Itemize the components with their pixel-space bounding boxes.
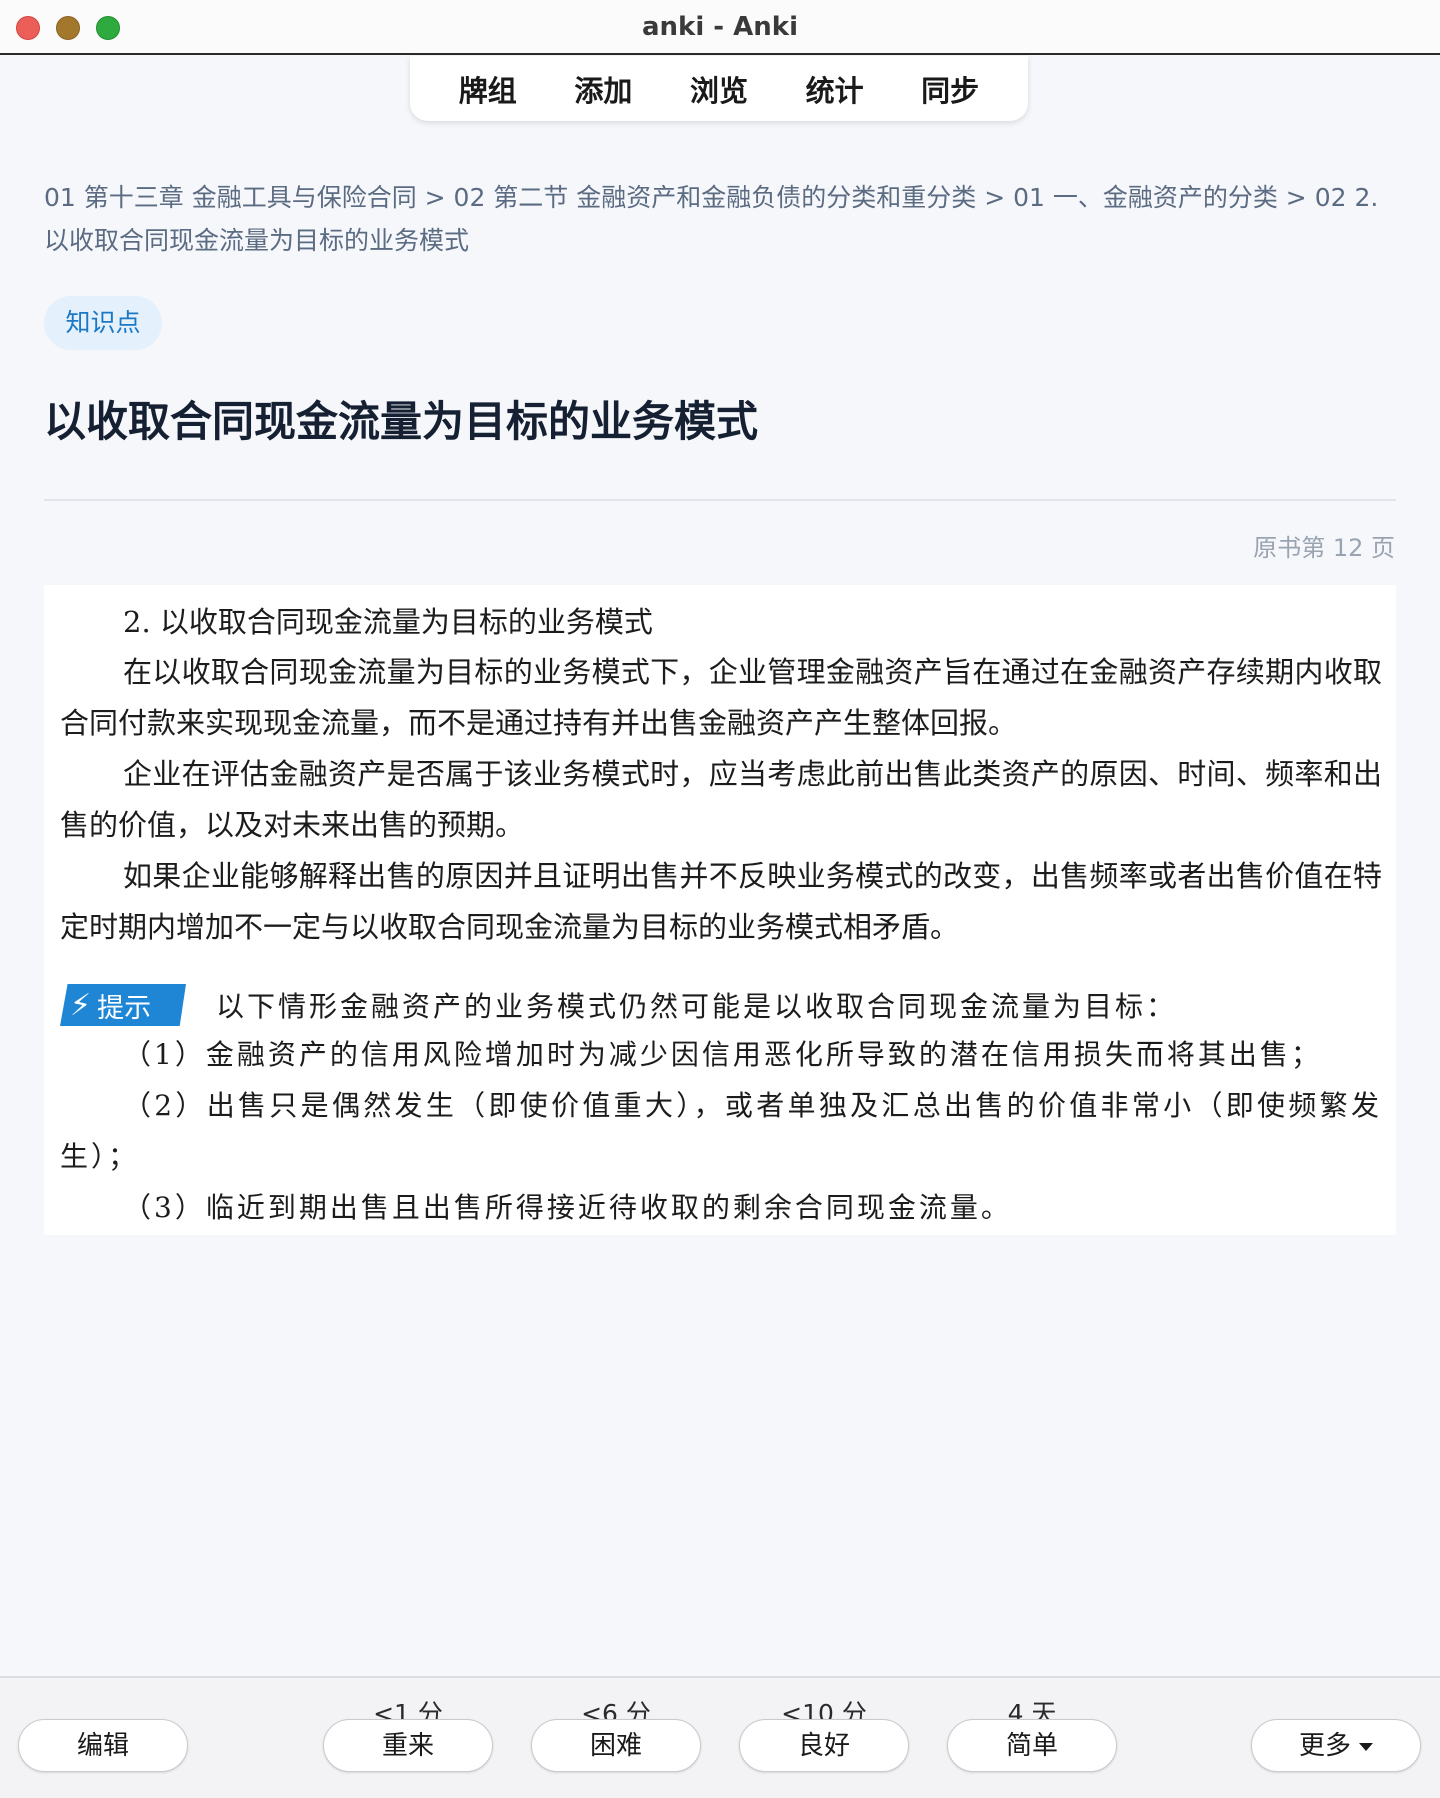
excerpt-heading: 2. 以收取合同现金流量为目标的业务模式 — [123, 605, 653, 639]
tip-item: （1）金融资产的信用风险增加时为减少因信用恶化所导致的潜在信用损失而将其出售； — [123, 1038, 1322, 1071]
hard-button[interactable]: 困难 — [531, 1719, 701, 1772]
lightning-icon: ⚡︎ — [70, 987, 92, 1023]
anki-window: anki - Anki 牌组 添加 浏览 统计 同步 01 第十三章 金融工具与… — [0, 0, 1440, 1798]
window-title: anki - Anki — [642, 12, 798, 42]
tip-row: ⚡︎ 提示 以下情形金融资产的业务模式仍然可能是以收取合同现金流量为目标： — [60, 981, 1382, 1029]
book-excerpt: 2. 以收取合同现金流量为目标的业务模式 在以收取合同现金流量为目标的业务模式下… — [44, 585, 1396, 1235]
answer-bar: 编辑 <1 分 重来 <6 分 困难 <10 分 良好 4 天 简单 更多 — [0, 1676, 1440, 1798]
toolbar-decks-link[interactable]: 牌组 — [445, 68, 531, 110]
page-reference: 原书第 12 页 — [1253, 534, 1395, 562]
good-button[interactable]: 良好 — [739, 1719, 909, 1772]
tip-item: （3）临近到期出售且出售所得接近待收取的剩余合同现金流量。 — [123, 1191, 1012, 1224]
excerpt-paragraph: 如果企业能够解释出售的原因并且证明出售并不反映业务模式的改变，出售频率或者出售价… — [60, 859, 1382, 944]
chevron-down-icon — [1359, 1742, 1373, 1751]
excerpt-paragraph: 企业在评估金融资产是否属于该业务模式时，应当考虑此前出售此类资产的原因、时间、频… — [60, 757, 1382, 842]
again-button[interactable]: 重来 — [323, 1719, 493, 1772]
breadcrumb: 01 第十三章 金融工具与保险合同 > 02 第二节 金融资产和金融负债的分类和… — [44, 183, 1379, 255]
toolbar-add-link[interactable]: 添加 — [560, 68, 646, 110]
tip-badge: ⚡︎ 提示 — [60, 984, 186, 1026]
edit-button[interactable]: 编辑 — [18, 1719, 188, 1772]
easy-button[interactable]: 简单 — [947, 1719, 1117, 1772]
more-button[interactable]: 更多 — [1251, 1719, 1421, 1772]
tip-item: （2）出售只是偶然发生（即使价值重大），或者单独及汇总出售的价值非常小（即使频繁… — [60, 1089, 1382, 1173]
divider — [44, 499, 1396, 501]
title-bar: anki - Anki — [0, 0, 1440, 55]
toolbar-browse-link[interactable]: 浏览 — [676, 68, 762, 110]
main-toolbar: 牌组 添加 浏览 统计 同步 — [410, 56, 1028, 121]
toolbar-stats-link[interactable]: 统计 — [792, 68, 878, 110]
toolbar-sync-link[interactable]: 同步 — [907, 68, 993, 110]
tip-intro: 以下情形金融资产的业务模式仍然可能是以收取合同现金流量为目标： — [216, 990, 1178, 1023]
more-label: 更多 — [1298, 1731, 1351, 1761]
excerpt-paragraph: 在以收取合同现金流量为目标的业务模式下，企业管理金融资产旨在通过在金融资产存续期… — [60, 655, 1382, 740]
card-title: 以收取合同现金流量为目标的业务模式 — [44, 397, 759, 446]
card-type-tag: 知识点 — [44, 296, 162, 350]
tip-label: 提示 — [97, 992, 152, 1024]
